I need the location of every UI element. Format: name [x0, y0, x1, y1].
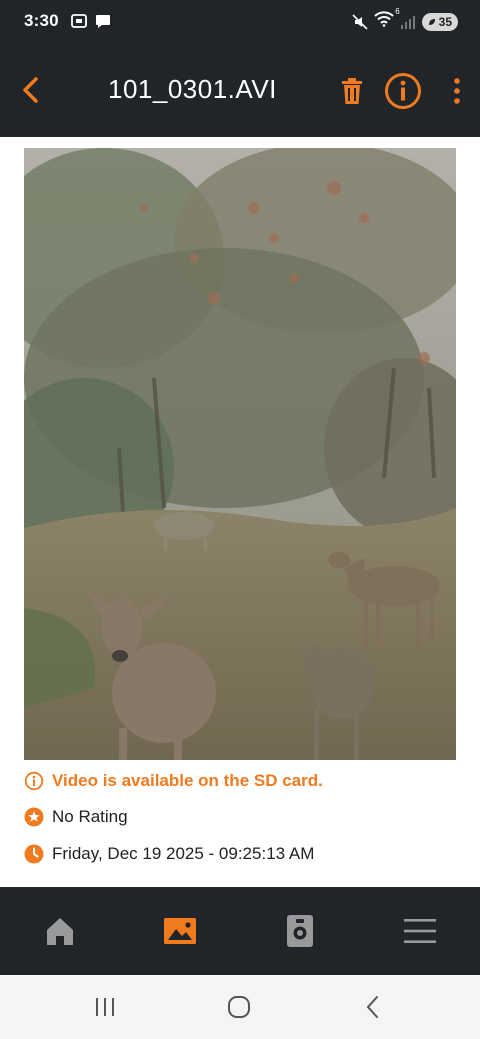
hamburger-menu-icon [404, 919, 436, 943]
trail-camera-icon [287, 915, 313, 947]
app-bar: 101_0301.AVI [0, 44, 480, 137]
sd-card-notice-text: Video is available on the SD card. [52, 771, 323, 790]
photo-gallery-icon [164, 918, 196, 944]
system-navigation-bar [0, 975, 480, 1039]
trail-camera-photo[interactable] [24, 148, 456, 760]
trash-icon [342, 78, 362, 104]
wifi-badge: 6 [395, 7, 400, 16]
back-button[interactable] [14, 72, 46, 108]
wifi-icon [373, 11, 394, 27]
nav-camera[interactable] [280, 913, 320, 949]
rating-row[interactable]: No Rating [24, 807, 128, 827]
battery-indicator: 35 [421, 12, 458, 31]
delete-button[interactable] [338, 76, 366, 106]
mute-icon [352, 13, 368, 30]
status-notification-icons [70, 12, 112, 30]
info-circle-icon [24, 771, 44, 791]
recent-apps-icon [96, 998, 114, 1016]
recent-apps-button[interactable] [90, 993, 120, 1021]
nav-gallery[interactable] [160, 913, 200, 949]
nav-menu[interactable] [400, 913, 440, 949]
more-vertical-icon [454, 78, 460, 104]
battery-saver-icon [428, 18, 435, 25]
clock-icon [24, 844, 44, 864]
more-options-button[interactable] [448, 76, 466, 106]
chat-bubble-icon [96, 15, 110, 28]
status-bar: 3:30 6 35 [0, 0, 480, 44]
capture-date-row: Friday, Dec 19 2025 - 09:25:13 AM [24, 844, 314, 864]
back-arrow-icon [366, 996, 378, 1018]
signal-icon [400, 15, 415, 29]
sd-card-notice: Video is available on the SD card. [24, 771, 323, 791]
nav-home[interactable] [40, 913, 80, 949]
status-time: 3:30 [24, 11, 59, 30]
chevron-left-icon [23, 77, 38, 103]
home-circle-icon [228, 996, 250, 1018]
home-icon [47, 918, 73, 945]
info-circle-icon [385, 73, 421, 109]
screenshot-icon [71, 14, 87, 28]
status-system-icons: 6 35 [352, 7, 458, 32]
capture-datetime: Friday, Dec 19 2025 - 09:25:13 AM [52, 844, 315, 863]
back-system-button[interactable] [358, 993, 388, 1021]
deer-scene-image [24, 148, 456, 760]
media-detail: Video is available on the SD card. No Ra… [0, 137, 480, 887]
rating-text: No Rating [52, 807, 128, 826]
info-button[interactable] [384, 72, 422, 110]
battery-level: 35 [438, 14, 452, 29]
page-title: 101_0301.AVI [108, 74, 277, 104]
home-system-button[interactable] [224, 993, 254, 1021]
star-circle-icon [24, 807, 44, 827]
bottom-navigation [0, 887, 480, 975]
